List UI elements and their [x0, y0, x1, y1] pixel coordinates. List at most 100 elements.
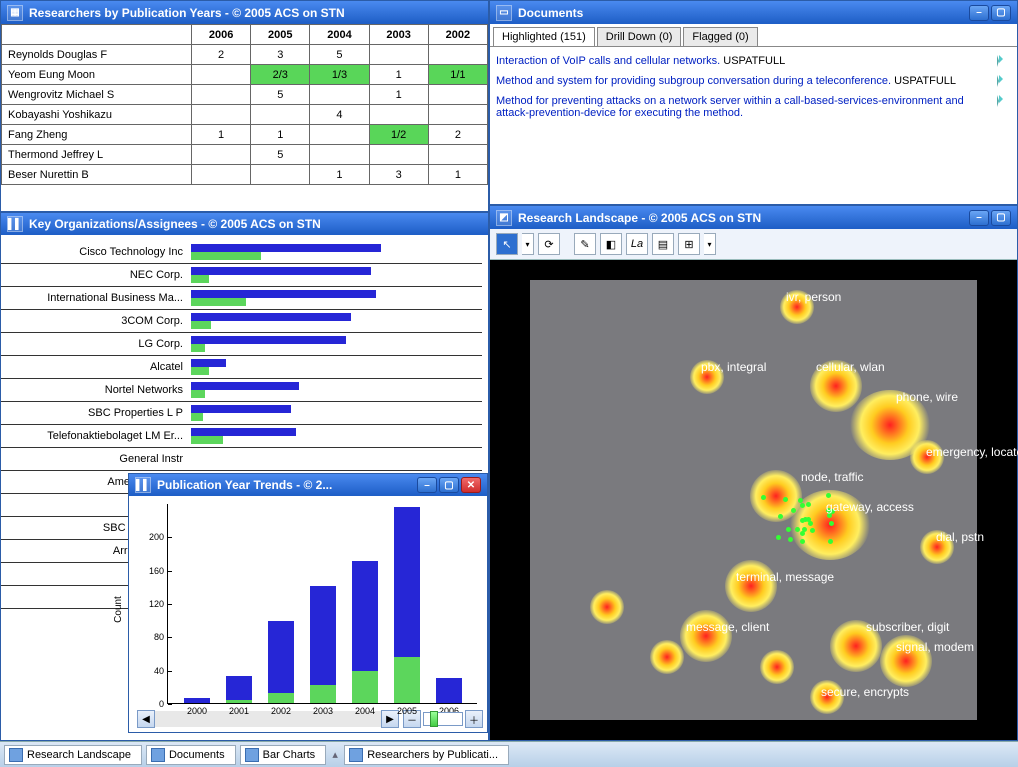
- count-cell: [428, 105, 487, 125]
- document-item[interactable]: Interaction of VoIP calls and cellular n…: [496, 51, 1011, 71]
- org-row[interactable]: Nortel Networks: [1, 379, 482, 402]
- cluster-label[interactable]: ivr, person: [786, 290, 841, 304]
- bar-highlighted: [191, 321, 211, 329]
- maximize-button[interactable]: ▢: [991, 5, 1011, 21]
- color-tool-button[interactable]: ◧: [600, 233, 622, 255]
- bar-total: [184, 698, 210, 703]
- org-row[interactable]: SBC Properties L P: [1, 402, 482, 425]
- researcher-row[interactable]: Thermond Jeffrey L5: [2, 145, 488, 165]
- documents-titlebar[interactable]: ▭ Documents – ▢: [490, 1, 1017, 24]
- flag-icon[interactable]: [997, 95, 1009, 107]
- cluster-label[interactable]: secure, encrypts: [821, 685, 909, 699]
- trend-bar[interactable]: [310, 586, 336, 703]
- org-row[interactable]: LG Corp.: [1, 333, 482, 356]
- maximize-button[interactable]: ▢: [991, 210, 1011, 226]
- researcher-row[interactable]: Beser Nurettin B131: [2, 165, 488, 185]
- x-tick: 2000: [182, 706, 212, 716]
- org-row[interactable]: Cisco Technology Inc: [1, 241, 482, 264]
- minimize-button[interactable]: –: [417, 477, 437, 493]
- minimize-button[interactable]: –: [969, 5, 989, 21]
- minimize-button[interactable]: –: [969, 210, 989, 226]
- cluster-label[interactable]: dial, pstn: [936, 530, 984, 544]
- count-cell: 1: [251, 125, 310, 145]
- taskbar-entry[interactable]: Researchers by Publicati...: [344, 745, 509, 765]
- zoom-slider[interactable]: [423, 712, 463, 726]
- flag-icon[interactable]: [997, 55, 1009, 67]
- trend-bar[interactable]: [184, 698, 210, 703]
- org-row[interactable]: Telefonaktiebolaget LM Er...: [1, 425, 482, 448]
- trend-bar[interactable]: [436, 678, 462, 703]
- documents-tab[interactable]: Drill Down (0): [597, 27, 682, 46]
- cluster-label[interactable]: emergency, locate: [926, 445, 1018, 459]
- cluster-label[interactable]: cellular, wlan: [816, 360, 885, 374]
- heatmap-cluster: [680, 610, 732, 662]
- cluster-label[interactable]: signal, modem: [896, 640, 974, 654]
- researcher-row[interactable]: Fang Zheng111/22: [2, 125, 488, 145]
- trend-bar[interactable]: [352, 561, 378, 703]
- taskbar-icon: [151, 748, 165, 762]
- grid-dropdown[interactable]: ▾: [704, 233, 716, 255]
- cluster-label[interactable]: message, client: [686, 620, 769, 634]
- trend-bar[interactable]: [226, 676, 252, 703]
- researcher-row[interactable]: Kobayashi Yoshikazu4: [2, 105, 488, 125]
- org-row[interactable]: NEC Corp.: [1, 264, 482, 287]
- document-item[interactable]: Method for preventing attacks on a netwo…: [496, 91, 1011, 123]
- count-cell: 2: [192, 45, 251, 65]
- heatmap-cluster: [650, 640, 684, 674]
- document-title[interactable]: Interaction of VoIP calls and cellular n…: [496, 55, 720, 67]
- cluster-label[interactable]: pbx, integral: [701, 360, 766, 374]
- org-row[interactable]: 3COM Corp.: [1, 310, 482, 333]
- label-tool-button[interactable]: La: [626, 233, 648, 255]
- barchart-icon: ▌▌: [7, 216, 23, 232]
- bar-highlighted: [226, 700, 252, 703]
- grid-tool-button[interactable]: ⊞: [678, 233, 700, 255]
- org-row[interactable]: Alcatel: [1, 356, 482, 379]
- researcher-row[interactable]: Reynolds Douglas F235: [2, 45, 488, 65]
- heatmap-cluster: [590, 590, 624, 624]
- taskbar-entry[interactable]: Bar Charts: [240, 745, 327, 765]
- org-row[interactable]: International Business Ma...: [1, 287, 482, 310]
- landscape-titlebar[interactable]: ◩ Research Landscape - © 2005 ACS on STN…: [490, 206, 1017, 229]
- data-point: [786, 527, 791, 532]
- data-point: [788, 537, 793, 542]
- cluster-label[interactable]: phone, wire: [896, 390, 958, 404]
- count-cell: 5: [310, 45, 369, 65]
- trends-titlebar[interactable]: ▌▌ Publication Year Trends - © 2... – ▢ …: [129, 474, 487, 496]
- scroll-left-button[interactable]: ◀: [137, 710, 155, 728]
- cluster-label[interactable]: terminal, message: [736, 570, 834, 584]
- zoom-in-button[interactable]: ＋: [465, 710, 483, 728]
- count-cell: [192, 65, 251, 85]
- document-title[interactable]: Method for preventing attacks on a netwo…: [496, 95, 964, 119]
- researcher-name: Beser Nurettin B: [2, 165, 192, 185]
- brush-tool-button[interactable]: ✎: [574, 233, 596, 255]
- taskbar-entry[interactable]: Research Landscape: [4, 745, 142, 765]
- close-button[interactable]: ✕: [461, 477, 481, 493]
- trend-bar[interactable]: [268, 621, 294, 703]
- chevron-up-icon[interactable]: ▴: [330, 748, 340, 761]
- document-title[interactable]: Method and system for providing subgroup…: [496, 75, 891, 87]
- cluster-label[interactable]: subscriber, digit: [866, 620, 949, 634]
- landscape-canvas[interactable]: ivr, person pbx, integral cellular, wlan ph…: [490, 260, 1017, 740]
- researcher-row[interactable]: Wengrovitz Michael S51: [2, 85, 488, 105]
- x-tick: 2003: [308, 706, 338, 716]
- trend-bar[interactable]: [394, 507, 420, 703]
- refresh-button[interactable]: ⟳: [538, 233, 560, 255]
- document-item[interactable]: Method and system for providing subgroup…: [496, 71, 1011, 91]
- cluster-label[interactable]: node, traffic: [801, 470, 863, 484]
- documents-tab[interactable]: Highlighted (151): [493, 27, 595, 46]
- orgs-titlebar[interactable]: ▌▌ Key Organizations/Assignees - © 2005 …: [1, 213, 488, 235]
- taskbar-entry[interactable]: Documents: [146, 745, 236, 765]
- researchers-titlebar[interactable]: ▦ Researchers by Publication Years - © 2…: [1, 1, 488, 24]
- layer-tool-button[interactable]: ▤: [652, 233, 674, 255]
- pointer-tool-button[interactable]: ↖: [496, 233, 518, 255]
- maximize-button[interactable]: ▢: [439, 477, 459, 493]
- org-row[interactable]: General Instr: [1, 448, 482, 471]
- flag-icon[interactable]: [997, 75, 1009, 87]
- count-cell: [310, 145, 369, 165]
- cluster-label[interactable]: gateway, access: [826, 500, 914, 514]
- pointer-dropdown[interactable]: ▾: [522, 233, 534, 255]
- documents-tab[interactable]: Flagged (0): [683, 27, 757, 46]
- document-icon: ▭: [496, 5, 512, 21]
- researcher-row[interactable]: Yeom Eung Moon2/31/311/1: [2, 65, 488, 85]
- trends-popup[interactable]: ▌▌ Publication Year Trends - © 2... – ▢ …: [128, 473, 488, 733]
